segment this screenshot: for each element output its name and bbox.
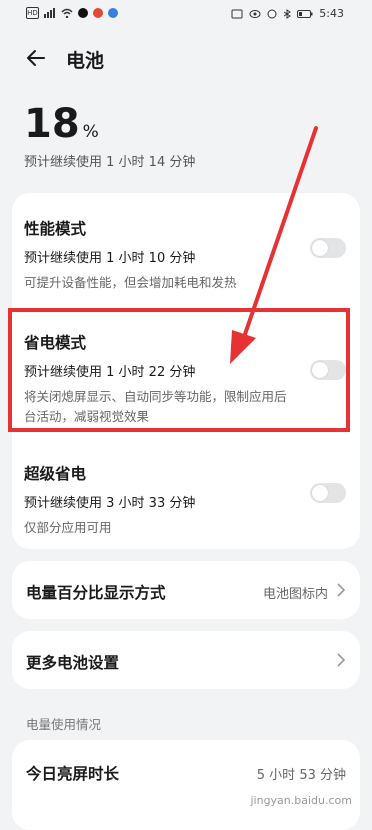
row-label: 电量百分比显示方式 xyxy=(26,584,166,602)
mode-description: 仅部分应用可用 xyxy=(24,520,112,535)
screen-on-time-row[interactable]: 今日亮屏时长 5 小时 53 分钟 xyxy=(12,740,360,830)
cast-icon xyxy=(231,9,243,18)
battery-icon xyxy=(297,9,313,18)
mode-description: 可提升设备性能，但会增加耗电和发热 xyxy=(24,275,237,290)
super-power-saving-toggle[interactable] xyxy=(310,483,346,503)
app-notification-icon xyxy=(78,8,88,18)
status-time: 5:43 xyxy=(319,7,344,20)
performance-mode[interactable]: 性能模式 预计继续使用 1 小时 10 分钟 可提升设备性能，但会增加耗电和发热 xyxy=(24,217,348,293)
row-value: 电池图标内 xyxy=(262,587,328,602)
percent-display-row[interactable]: 电量百分比显示方式 电池图标内 xyxy=(12,561,360,619)
eye-icon xyxy=(249,9,261,18)
signal-icon xyxy=(44,8,55,18)
back-arrow-icon[interactable] xyxy=(24,46,48,70)
percent-unit: % xyxy=(82,122,99,142)
bluetooth-icon xyxy=(284,8,292,19)
app-notification-icon xyxy=(93,8,103,18)
usage-section-title: 电量使用情况 xyxy=(26,717,102,732)
row-label: 更多电池设置 xyxy=(26,654,120,672)
wifi-icon xyxy=(61,8,73,18)
more-battery-settings-row[interactable]: 更多电池设置 xyxy=(12,631,360,689)
app-notification-icon xyxy=(108,8,118,18)
row-value: 5 小时 53 分钟 xyxy=(256,768,346,783)
mode-estimate: 预计继续使用 1 小时 10 分钟 xyxy=(24,251,196,266)
highlight-box xyxy=(8,308,350,432)
page-header: 电池 xyxy=(0,40,372,76)
mode-title: 超级省电 xyxy=(24,465,87,483)
hd-badge: HD xyxy=(26,7,39,19)
alarm-icon xyxy=(267,9,277,18)
mode-estimate: 预计继续使用 3 小时 33 分钟 xyxy=(24,496,196,511)
watermark: jingyan.baidu.com xyxy=(250,794,352,807)
chevron-right-icon xyxy=(337,583,346,597)
chevron-right-icon xyxy=(337,653,346,667)
super-power-saving-mode[interactable]: 超级省电 预计继续使用 3 小时 33 分钟 仅部分应用可用 xyxy=(24,462,348,538)
mode-title: 性能模式 xyxy=(24,220,87,238)
status-bar: HD 5:43 xyxy=(0,0,372,28)
battery-percent: 18% xyxy=(24,101,99,147)
row-label: 今日亮屏时长 xyxy=(26,765,120,783)
page-title: 电池 xyxy=(66,50,105,72)
battery-remaining: 预计继续使用 1 小时 14 分钟 xyxy=(24,155,196,170)
performance-mode-toggle[interactable] xyxy=(310,238,346,258)
